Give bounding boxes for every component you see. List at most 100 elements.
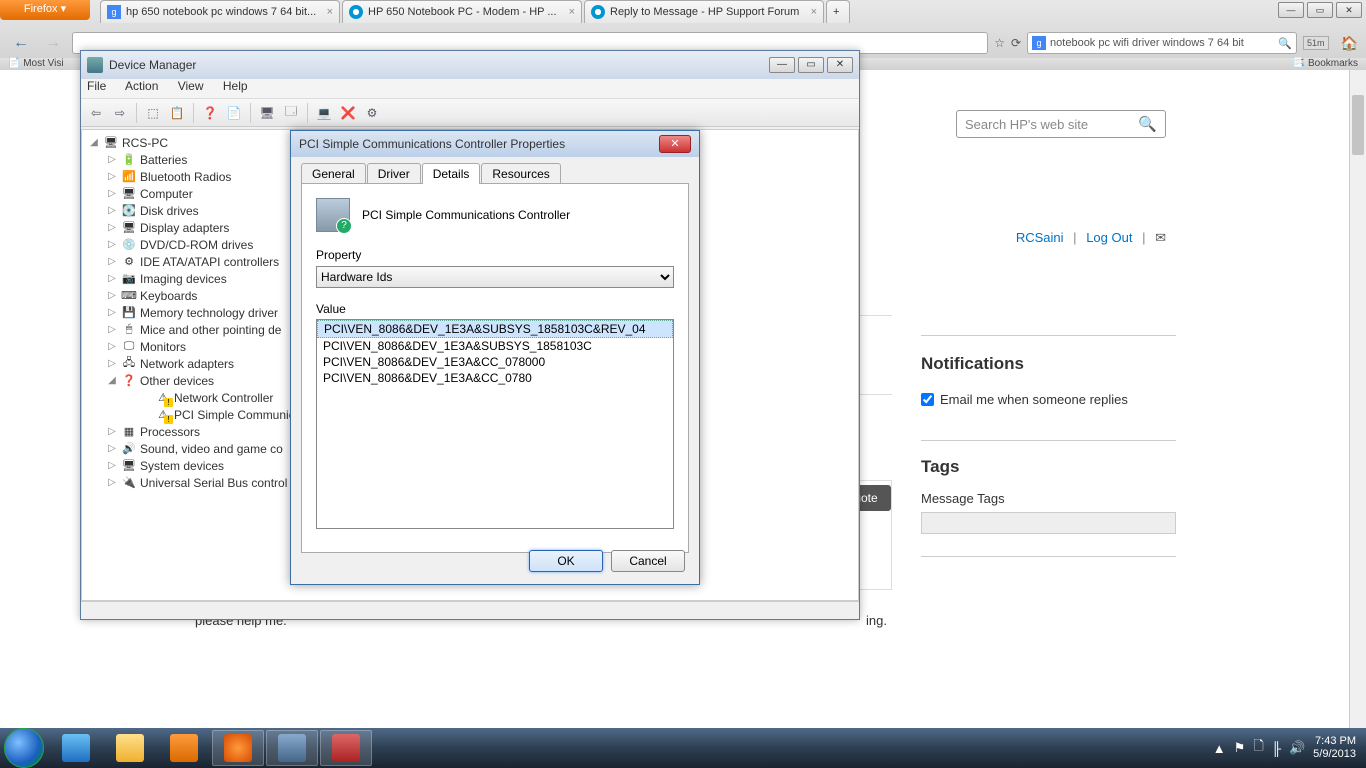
expand-icon[interactable]: ▷ bbox=[106, 460, 118, 471]
menu-action[interactable]: Action bbox=[125, 79, 158, 93]
expand-icon[interactable]: ▷ bbox=[106, 222, 118, 233]
toolbar-button[interactable]: 📄 bbox=[223, 102, 245, 124]
forward-button[interactable]: → bbox=[40, 30, 66, 56]
volume-icon[interactable]: 🔊 bbox=[1289, 740, 1305, 756]
taskbar-item-firefox[interactable] bbox=[212, 730, 264, 766]
clock[interactable]: 7:43 PM 5/9/2013 bbox=[1313, 735, 1360, 761]
tab-resources[interactable]: Resources bbox=[481, 163, 560, 184]
action-center-icon[interactable]: ⚑ bbox=[1234, 740, 1246, 756]
toolbar-button[interactable]: ⚙ bbox=[361, 102, 383, 124]
toolbar-button[interactable]: 🖥 bbox=[256, 102, 278, 124]
toolbar-button[interactable]: 🗔 bbox=[280, 102, 302, 124]
tab-driver[interactable]: Driver bbox=[367, 163, 421, 184]
tray-overflow-icon[interactable]: ▲ bbox=[1213, 741, 1226, 756]
expand-icon[interactable]: ▷ bbox=[106, 273, 118, 284]
close-button[interactable]: ✕ bbox=[827, 57, 853, 73]
bookmarks-button[interactable]: 📑 Bookmarks bbox=[1293, 58, 1358, 70]
taskbar-item-devmgr[interactable] bbox=[266, 730, 318, 766]
expand-icon[interactable]: ▷ bbox=[106, 188, 118, 199]
tab-general[interactable]: General bbox=[301, 163, 366, 184]
cancel-button[interactable]: Cancel bbox=[611, 550, 685, 572]
value-listbox[interactable]: PCI\VEN_8086&DEV_1E3A&SUBSYS_1858103C&RE… bbox=[316, 319, 674, 529]
minimize-button[interactable]: — bbox=[1278, 2, 1304, 18]
device-icon: ⚙ bbox=[121, 255, 137, 269]
tags-input[interactable] bbox=[921, 512, 1176, 534]
hp-search-input[interactable]: Search HP's web site 🔍 bbox=[956, 110, 1166, 138]
devmgr-statusbar bbox=[81, 601, 859, 619]
browser-search-input[interactable]: g notebook pc wifi driver windows 7 64 b… bbox=[1027, 32, 1297, 54]
reload-icon[interactable]: ⟳ bbox=[1011, 36, 1021, 50]
expand-icon[interactable]: ▷ bbox=[106, 154, 118, 165]
toolbar-button[interactable]: ⇦ bbox=[85, 102, 107, 124]
toolbar-button[interactable]: 💻 bbox=[313, 102, 335, 124]
expand-icon[interactable]: ▷ bbox=[106, 307, 118, 318]
property-select[interactable]: Hardware Ids bbox=[316, 266, 674, 288]
taskbar-item-ie[interactable] bbox=[50, 730, 102, 766]
expand-icon[interactable]: ▷ bbox=[106, 477, 118, 488]
close-icon[interactable]: × bbox=[811, 6, 817, 18]
page-scrollbar[interactable] bbox=[1349, 70, 1366, 728]
taskbar-item-wmp[interactable] bbox=[158, 730, 210, 766]
close-icon[interactable]: × bbox=[569, 6, 575, 18]
close-button[interactable]: ✕ bbox=[1336, 2, 1362, 18]
menu-file[interactable]: File bbox=[87, 79, 106, 93]
taskbar-item-toolbox[interactable] bbox=[320, 730, 372, 766]
hardware-id-value[interactable]: PCI\VEN_8086&DEV_1E3A&CC_078000 bbox=[317, 354, 673, 370]
taskbar-item-explorer[interactable] bbox=[104, 730, 156, 766]
hardware-id-value[interactable]: PCI\VEN_8086&DEV_1E3A&SUBSYS_1858103C bbox=[317, 338, 673, 354]
device-icon: 🖧 bbox=[121, 357, 137, 371]
toolbar-button[interactable]: ⬚ bbox=[142, 102, 164, 124]
scrollbar-thumb[interactable] bbox=[1352, 95, 1364, 155]
hardware-id-value[interactable]: PCI\VEN_8086&DEV_1E3A&SUBSYS_1858103C&RE… bbox=[317, 320, 673, 338]
username-link[interactable]: RCSaini bbox=[1016, 230, 1064, 245]
maximize-button[interactable]: ▭ bbox=[1307, 2, 1333, 18]
hardware-id-value[interactable]: PCI\VEN_8086&DEV_1E3A&CC_0780 bbox=[317, 370, 673, 386]
start-button[interactable] bbox=[4, 728, 44, 768]
toolbar-button[interactable]: ❓ bbox=[199, 102, 221, 124]
expand-icon[interactable]: ▷ bbox=[106, 341, 118, 352]
expand-icon[interactable]: ▷ bbox=[106, 205, 118, 216]
menu-view[interactable]: View bbox=[178, 79, 204, 93]
toolbar-button[interactable]: 📋 bbox=[166, 102, 188, 124]
expand-icon[interactable]: ▷ bbox=[106, 256, 118, 267]
email-reply-checkbox[interactable] bbox=[921, 393, 934, 406]
new-tab-button[interactable]: + bbox=[826, 0, 850, 23]
back-button[interactable]: ← bbox=[8, 30, 34, 56]
firefox-menu-button[interactable]: Firefox ▾ bbox=[0, 0, 90, 20]
expand-icon[interactable]: ▷ bbox=[106, 426, 118, 437]
most-visited[interactable]: 📄 Most Visi bbox=[8, 58, 64, 70]
expand-icon[interactable]: ◢ bbox=[88, 137, 100, 148]
expand-icon[interactable]: ▷ bbox=[106, 443, 118, 454]
maximize-button[interactable]: ▭ bbox=[798, 57, 824, 73]
browser-tab-2[interactable]: Reply to Message - HP Support Forum × bbox=[584, 0, 824, 23]
email-reply-checkbox-label[interactable]: Email me when someone replies bbox=[921, 392, 1176, 407]
device-header: PCI Simple Communications Controller bbox=[316, 198, 674, 232]
search-icon[interactable]: 🔍 bbox=[1138, 115, 1157, 133]
expand-icon[interactable]: ▷ bbox=[106, 358, 118, 369]
toolbar-button[interactable]: ⇨ bbox=[109, 102, 131, 124]
expand-icon[interactable]: ▷ bbox=[106, 290, 118, 301]
minimize-button[interactable]: — bbox=[769, 57, 795, 73]
search-icon[interactable]: 🔍 bbox=[1278, 37, 1292, 50]
logout-link[interactable]: Log Out bbox=[1086, 230, 1132, 245]
battery-icon[interactable]: 🗋 bbox=[1253, 737, 1263, 759]
toolbar-button[interactable]: ❌ bbox=[337, 102, 359, 124]
propdlg-titlebar[interactable]: PCI Simple Communications Controller Pro… bbox=[291, 131, 699, 157]
close-button[interactable]: ✕ bbox=[659, 135, 691, 153]
ok-button[interactable]: OK bbox=[529, 550, 603, 572]
network-icon[interactable]: ╟ bbox=[1272, 741, 1281, 756]
tab-details[interactable]: Details bbox=[422, 163, 481, 184]
menu-help[interactable]: Help bbox=[223, 79, 248, 93]
close-icon[interactable]: × bbox=[327, 6, 333, 18]
mail-icon[interactable]: ✉ bbox=[1155, 230, 1166, 245]
devmgr-titlebar[interactable]: Device Manager — ▭ ✕ bbox=[81, 51, 859, 79]
home-icon[interactable]: 🏠 bbox=[1341, 35, 1358, 52]
browser-tab-0[interactable]: g hp 650 notebook pc windows 7 64 bit...… bbox=[100, 0, 340, 23]
expand-icon[interactable]: ◢ bbox=[106, 375, 118, 386]
expand-icon[interactable]: ▷ bbox=[106, 324, 118, 335]
expand-icon[interactable]: ▷ bbox=[106, 171, 118, 182]
hp-search-placeholder: Search HP's web site bbox=[965, 117, 1088, 132]
expand-icon[interactable]: ▷ bbox=[106, 239, 118, 250]
bookmark-star-icon[interactable]: ☆ bbox=[994, 36, 1005, 50]
browser-tab-1[interactable]: HP 650 Notebook PC - Modem - HP ... × bbox=[342, 0, 582, 23]
